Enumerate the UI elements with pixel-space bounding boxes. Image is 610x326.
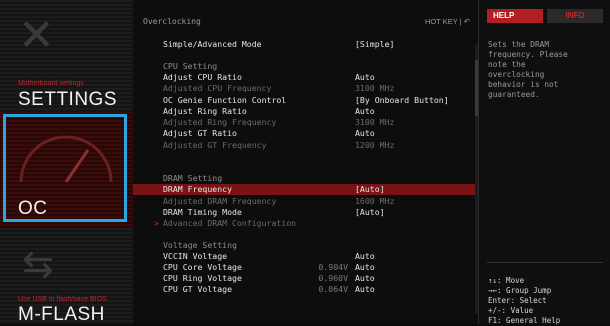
setting-readout: 0.960V bbox=[318, 273, 348, 283]
help-panel: HELP INFO Sets the DRAM frequency. Please… bbox=[478, 0, 610, 326]
setting-row: DRAM Setting bbox=[133, 173, 478, 184]
setting-value: [By Onboard Button] bbox=[355, 95, 449, 105]
setting-label: Adjust GT Ratio bbox=[163, 128, 237, 138]
usb-icon: ⇆ bbox=[22, 242, 54, 286]
setting-label: DRAM Frequency bbox=[163, 184, 233, 194]
left-nav: ✕ Motherboard settings SETTINGS OC ⇆ Use… bbox=[0, 0, 133, 324]
key-legend-item: F1: General Help bbox=[488, 316, 561, 325]
setting-value: Auto bbox=[355, 128, 375, 138]
setting-value: 3100 MHz bbox=[355, 83, 395, 93]
setting-readout: 0.064V bbox=[318, 284, 348, 294]
submenu-arrow-icon: > bbox=[154, 218, 159, 228]
setting-label: DRAM Timing Mode bbox=[163, 207, 242, 217]
setting-readout: 0.904V bbox=[318, 262, 348, 272]
setting-row[interactable]: > Advanced DRAM Configuration bbox=[133, 218, 478, 229]
setting-value: Auto bbox=[355, 251, 375, 261]
nav-settings-title: SETTINGS bbox=[18, 89, 118, 110]
setting-label: VCCIN Voltage bbox=[163, 251, 228, 261]
setting-row[interactable]: OC Genie Function Control [By Onboard But… bbox=[133, 95, 478, 106]
setting-label: Voltage Setting bbox=[163, 240, 237, 250]
tab-info[interactable]: INFO bbox=[547, 9, 603, 23]
key-legend-item: Enter: Select bbox=[488, 296, 547, 305]
setting-label: Advanced DRAM Configuration bbox=[163, 218, 297, 228]
nav-mflash-subtitle: Use USB to flash/save BIOS bbox=[18, 296, 107, 303]
setting-label: CPU GT Voltage bbox=[163, 284, 233, 294]
help-line: Sets the DRAM bbox=[488, 40, 550, 49]
setting-row: CPU Setting bbox=[133, 61, 478, 72]
setting-value: [Auto] bbox=[355, 184, 385, 194]
help-text: Sets the DRAM frequency. Please note the ov… bbox=[488, 40, 603, 100]
setting-row[interactable]: Adjust CPU Ratio Auto bbox=[133, 72, 478, 83]
page-title: Overclocking bbox=[143, 17, 201, 26]
help-line: guaranteed. bbox=[488, 90, 540, 99]
setting-label: Adjusted Ring Frequency bbox=[163, 117, 277, 127]
help-line: overclocking bbox=[488, 70, 545, 79]
setting-value: Auto bbox=[355, 284, 375, 294]
setting-label: Adjusted DRAM Frequency bbox=[163, 196, 277, 206]
setting-row[interactable]: Adjust Ring Ratio Auto bbox=[133, 106, 478, 117]
setting-row[interactable]: Simple/Advanced Mode [Simple] bbox=[133, 39, 478, 50]
setting-row[interactable]: Adjusted DRAM Frequency 1600 MHz bbox=[133, 196, 478, 207]
key-legend-item: →←: Group Jump bbox=[488, 286, 552, 295]
setting-row[interactable]: Adjusted CPU Frequency 3100 MHz bbox=[133, 83, 478, 94]
nav-settings[interactable]: ✕ Motherboard settings SETTINGS bbox=[0, 0, 133, 112]
setting-value: Auto bbox=[355, 273, 375, 283]
setting-row[interactable]: VCCIN Voltage Auto bbox=[133, 251, 478, 262]
setting-label: Adjusted GT Frequency bbox=[163, 140, 267, 150]
setting-value: [Auto] bbox=[355, 207, 385, 217]
key-legend: ↑↓: Move →←: Group Jump Enter: Select +/-: … bbox=[488, 276, 560, 326]
setting-row[interactable]: DRAM Timing Mode [Auto] bbox=[133, 207, 478, 218]
setting-row[interactable]: Adjust GT Ratio Auto bbox=[133, 128, 478, 139]
setting-label: Adjusted CPU Frequency bbox=[163, 83, 272, 93]
setting-label: DRAM Setting bbox=[163, 173, 223, 183]
help-line: behavior is not bbox=[488, 80, 559, 89]
oc-selection-frame bbox=[3, 114, 127, 222]
nav-mflash-title: M-FLASH bbox=[18, 304, 105, 324]
nav-settings-subtitle: Motherboard settings bbox=[18, 80, 84, 87]
setting-label: Simple/Advanced Mode bbox=[163, 39, 262, 49]
setting-label: CPU Ring Voltage bbox=[163, 273, 242, 283]
setting-row[interactable]: CPU Core Voltage 0.904V Auto bbox=[133, 262, 478, 273]
nav-mflash[interactable]: ⇆ Use USB to flash/save BIOS M-FLASH bbox=[0, 228, 133, 324]
setting-value: Auto bbox=[355, 106, 375, 116]
setting-row[interactable]: DRAM Frequency [Auto] bbox=[133, 184, 478, 195]
hotkey-indicator[interactable]: HOT KEY | ↶ bbox=[425, 17, 470, 26]
setting-row: Voltage Setting bbox=[133, 240, 478, 251]
setting-label: CPU Core Voltage bbox=[163, 262, 242, 272]
setting-value: [Simple] bbox=[355, 39, 395, 49]
setting-label: CPU Setting bbox=[163, 61, 218, 71]
setting-label: Adjust Ring Ratio bbox=[163, 106, 247, 116]
tools-icon: ✕ bbox=[18, 10, 55, 61]
key-legend-item: +/-: Value bbox=[488, 306, 534, 315]
setting-label: OC Genie Function Control bbox=[163, 95, 287, 105]
setting-row[interactable]: Adjusted GT Frequency 1200 MHz bbox=[133, 140, 478, 151]
help-line: frequency. Please bbox=[488, 50, 568, 59]
settings-panel: Overclocking HOT KEY | ↶ Simple/Advanced… bbox=[133, 0, 479, 324]
help-line: note the bbox=[488, 60, 526, 69]
divider bbox=[487, 262, 603, 263]
setting-row[interactable]: CPU Ring Voltage 0.960V Auto bbox=[133, 273, 478, 284]
setting-row[interactable]: Adjusted Ring Frequency 3100 MHz bbox=[133, 117, 478, 128]
setting-value: Auto bbox=[355, 262, 375, 272]
setting-label: Adjust CPU Ratio bbox=[163, 72, 242, 82]
key-legend-item: ↑↓: Move bbox=[488, 276, 525, 285]
setting-value: 1600 MHz bbox=[355, 196, 395, 206]
tab-help[interactable]: HELP bbox=[487, 9, 543, 23]
setting-value: 1200 MHz bbox=[355, 140, 395, 150]
setting-row[interactable]: CPU GT Voltage 0.064V Auto bbox=[133, 284, 478, 295]
setting-value: Auto bbox=[355, 72, 375, 82]
setting-value: 3100 MHz bbox=[355, 117, 395, 127]
